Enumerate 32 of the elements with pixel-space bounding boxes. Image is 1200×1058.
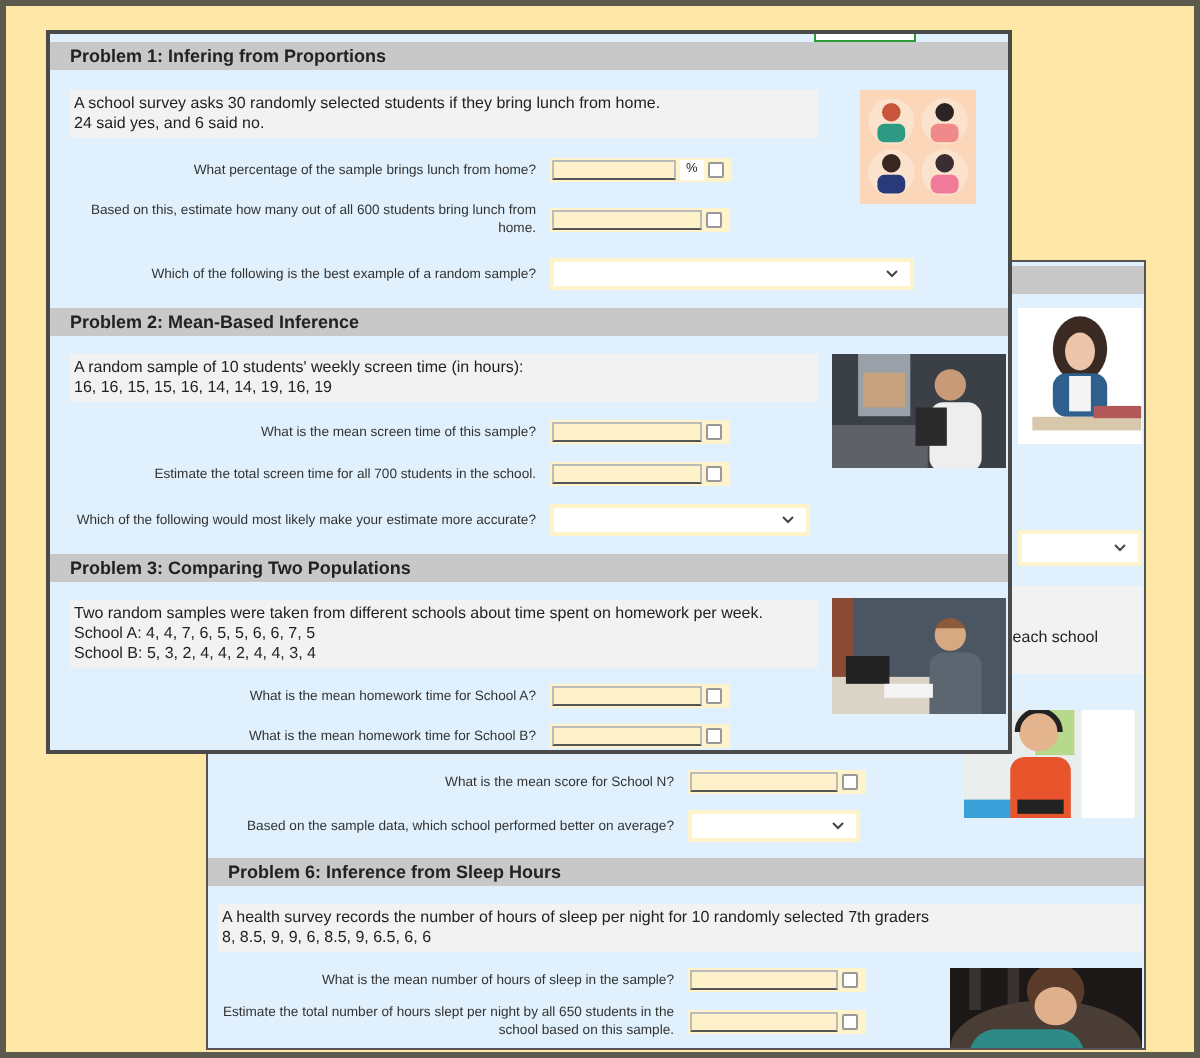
answer-field[interactable]: [690, 970, 838, 990]
description-line: 24 said yes, and 6 said no.: [74, 114, 267, 134]
checkbox[interactable]: [706, 424, 722, 440]
answer-field[interactable]: [552, 686, 702, 706]
checkbox[interactable]: [706, 466, 722, 482]
checkbox[interactable]: [707, 162, 724, 178]
section-header: Problem 1: Infering from Proportions: [50, 42, 1008, 70]
answer-field[interactable]: [690, 772, 838, 792]
section-header: Problem 2: Mean-Based Inference: [50, 308, 1008, 336]
checkbox[interactable]: [842, 774, 858, 790]
description-line: 16, 16, 15, 15, 16, 14, 14, 19, 16, 19: [74, 378, 334, 398]
answer-field[interactable]: [690, 1012, 838, 1032]
description-line: 8, 8.5, 9, 9, 6, 8.5, 9, 6.5, 6, 6: [222, 928, 434, 948]
checkbox[interactable]: [706, 688, 722, 704]
answer-field[interactable]: [552, 422, 702, 442]
checkbox[interactable]: [842, 1014, 858, 1030]
description-line: A random sample of 10 students' weekly screen time (in hours):: [74, 358, 526, 378]
checkbox[interactable]: [842, 972, 858, 988]
section-header: Problem 6: Inference from Sleep Hours: [208, 858, 1144, 886]
chevron-down-icon: [782, 516, 794, 524]
chevron-down-icon: [886, 270, 898, 278]
chevron-down-icon: [832, 822, 844, 830]
description-line: A school survey asks 30 randomly selected students if they bring lunch from home.: [74, 94, 663, 114]
answer-field[interactable]: [552, 464, 702, 484]
checkbox[interactable]: [706, 728, 722, 744]
checkbox[interactable]: [706, 212, 722, 228]
answer-field[interactable]: [552, 160, 676, 180]
section-header: Problem 3: Comparing Two Populations: [50, 554, 1008, 582]
answer-field[interactable]: [552, 210, 702, 230]
description-line: A health survey records the number of hours of sleep per night for 10 randomly selected 7th graders: [222, 908, 932, 928]
answer-field[interactable]: [552, 726, 702, 746]
chevron-down-icon: [1114, 544, 1126, 552]
